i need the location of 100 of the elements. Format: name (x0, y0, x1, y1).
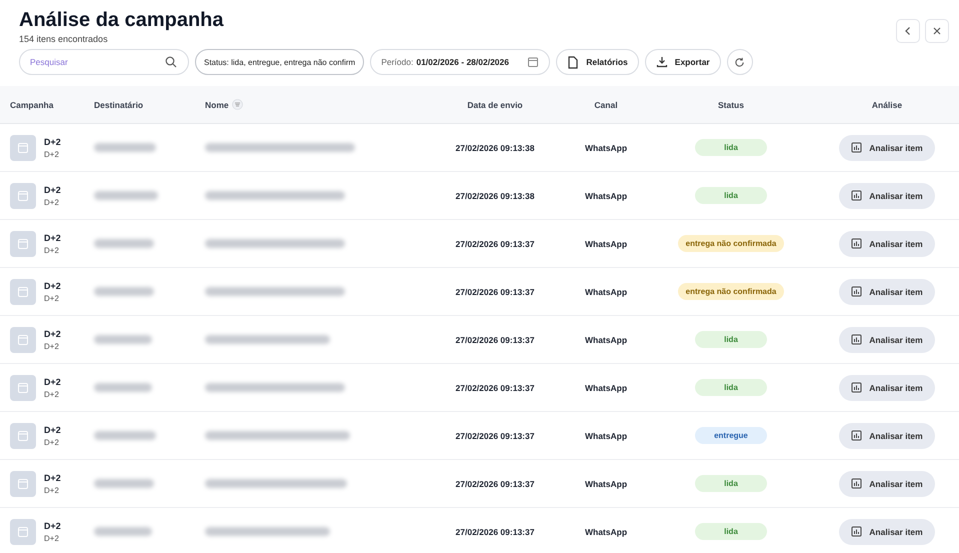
status-badge: lida (695, 523, 767, 540)
reports-button[interactable]: Relatórios (556, 49, 639, 75)
campaign-name: D+2 (44, 280, 61, 290)
column-header: Destinatário (94, 100, 144, 110)
blurred-text (94, 287, 154, 296)
campaign-icon (10, 518, 36, 544)
send-date: 27/02/2026 09:13:37 (456, 286, 534, 296)
channel-name: WhatsApp (584, 286, 628, 296)
column-header: Status (718, 100, 744, 110)
status-badge: entregue (695, 427, 767, 444)
column-header: Nome (205, 100, 229, 110)
chart-icon (851, 478, 862, 489)
chart-icon (851, 190, 862, 201)
blurred-text (94, 191, 158, 200)
chart-icon (851, 142, 862, 153)
chart-icon (851, 334, 862, 345)
chart-icon (851, 526, 862, 537)
channel-name: WhatsApp (584, 142, 628, 152)
refresh-button[interactable] (726, 49, 753, 75)
chart-icon (851, 286, 862, 297)
chart-icon (851, 430, 862, 441)
campaign-name: D+2 (44, 136, 61, 146)
analyze-button[interactable]: Analisar item (839, 182, 935, 208)
send-date: 27/02/2026 09:13:38 (456, 142, 534, 152)
close-icon (932, 26, 942, 36)
campaign-icon (10, 134, 36, 160)
send-date: 27/02/2026 09:13:37 (456, 478, 534, 488)
campaign-name: D+2 (44, 184, 61, 194)
status-badge: entrega não confirmada (678, 235, 784, 252)
send-date: 27/02/2026 09:13:37 (456, 526, 534, 536)
document-icon (567, 56, 580, 68)
blurred-text (94, 527, 152, 536)
blurred-text (94, 335, 152, 344)
channel-name: WhatsApp (584, 190, 628, 200)
analyze-button[interactable]: Analisar item (839, 374, 935, 400)
campaign-icon (10, 278, 36, 304)
search-field[interactable]: Pesquisar (19, 49, 189, 75)
period-field[interactable]: Período: 01/02/2026 - 28/02/2026 (370, 49, 550, 75)
campaign-icon (10, 230, 36, 256)
close-button[interactable] (925, 19, 949, 43)
calendar-icon (527, 56, 540, 68)
campaign-icon (10, 182, 36, 208)
page-title: Análise da campanha (19, 8, 224, 32)
status-badge: lida (695, 187, 767, 204)
blurred-text (94, 431, 156, 440)
campaign-subtitle: D+2 (44, 390, 60, 398)
campaign-name: D+2 (44, 376, 61, 386)
analyze-button[interactable]: Analisar item (839, 134, 935, 160)
column-header: Canal (594, 100, 618, 110)
status-badge: lida (695, 475, 767, 492)
column-header: Campanha (10, 100, 54, 110)
channel-name: WhatsApp (584, 478, 628, 488)
campaign-name: D+2 (44, 472, 61, 482)
campaign-name: D+2 (44, 520, 61, 530)
campaign-subtitle: D+2 (44, 534, 60, 542)
campaign-subtitle: D+2 (44, 342, 60, 350)
channel-name: WhatsApp (584, 238, 628, 248)
search-icon (165, 56, 177, 68)
status-badge: entrega não confirmada (678, 283, 784, 300)
analyze-button[interactable]: Analisar item (839, 326, 935, 352)
column-header: Análise (872, 100, 902, 110)
send-date: 27/02/2026 09:13:37 (456, 238, 534, 248)
send-date: 27/02/2026 09:13:37 (456, 430, 534, 440)
analyze-button[interactable]: Analisar item (839, 518, 935, 544)
status-badge: lida (695, 331, 767, 348)
chevron-left-icon (903, 26, 913, 36)
export-button[interactable]: Exportar (644, 49, 721, 75)
analyze-button[interactable]: Analisar item (839, 230, 935, 256)
chart-icon (851, 238, 862, 249)
analyze-button[interactable]: Analisar item (839, 278, 935, 304)
campaign-subtitle: D+2 (44, 150, 60, 158)
channel-name: WhatsApp (584, 526, 628, 536)
send-date: 27/02/2026 09:13:38 (456, 190, 534, 200)
blurred-text (94, 479, 154, 488)
refresh-icon (734, 56, 746, 68)
channel-name: WhatsApp (584, 334, 628, 344)
status-filter[interactable]: Status: lida, entregue, entrega não confirm (195, 49, 364, 75)
channel-name: WhatsApp (584, 430, 628, 440)
result-count: 154 itens encontrados (19, 34, 109, 44)
campaign-subtitle: D+2 (44, 438, 60, 446)
blurred-text (94, 239, 154, 248)
analyze-button[interactable]: Analisar item (839, 470, 935, 496)
chart-icon (851, 382, 862, 393)
status-badge: lida (695, 379, 767, 396)
campaign-subtitle: D+2 (44, 246, 60, 254)
campaign-subtitle: D+2 (44, 198, 60, 206)
campaign-icon (10, 326, 36, 352)
blurred-text (94, 383, 152, 392)
download-icon (656, 56, 668, 68)
campaign-icon (10, 422, 36, 448)
campaign-name: D+2 (44, 232, 61, 242)
campaign-subtitle: D+2 (44, 486, 60, 494)
campaign-icon (10, 374, 36, 400)
status-badge: lida (695, 139, 767, 156)
blurred-text (94, 143, 156, 152)
campaign-icon (10, 470, 36, 496)
channel-name: WhatsApp (584, 382, 628, 392)
analyze-button[interactable]: Analisar item (839, 422, 935, 448)
column-header: Data de envio (467, 100, 523, 110)
campaign-subtitle: D+2 (44, 294, 60, 302)
